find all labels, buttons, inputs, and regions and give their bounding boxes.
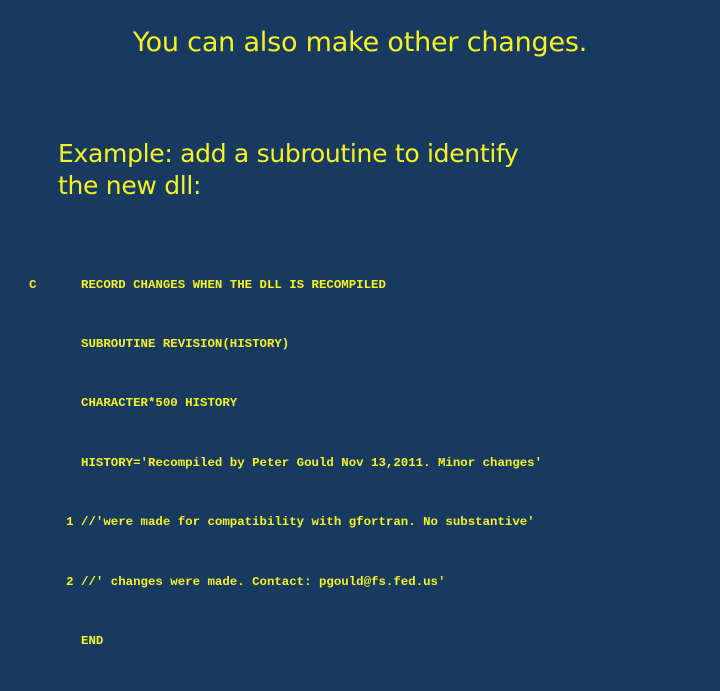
page-title: You can also make other changes.: [132, 27, 588, 58]
code-line: C RECORD CHANGES WHEN THE DLL IS RECOMPI…: [29, 277, 386, 292]
code-line: HISTORY='Recompiled by Peter Gould Nov 1…: [29, 455, 543, 470]
slide-canvas: You can also make other changes. Example…: [0, 0, 720, 648]
subtitle-line-2: the new dll:: [58, 171, 202, 200]
code-listing: C RECORD CHANGES WHEN THE DLL IS RECOMPI…: [29, 236, 542, 691]
subtitle-block: Example: add a subroutine to identify th…: [58, 138, 658, 202]
code-line: 1 //'were made for compatibility with gf…: [29, 515, 535, 530]
subtitle-line-1: Example: add a subroutine to identify: [58, 139, 519, 168]
code-line: END: [29, 633, 104, 648]
code-line: SUBROUTINE REVISION(HISTORY): [29, 336, 290, 351]
code-line: CHARACTER*500 HISTORY: [29, 396, 238, 411]
code-line: 2 //' changes were made. Contact: pgould…: [29, 574, 446, 589]
